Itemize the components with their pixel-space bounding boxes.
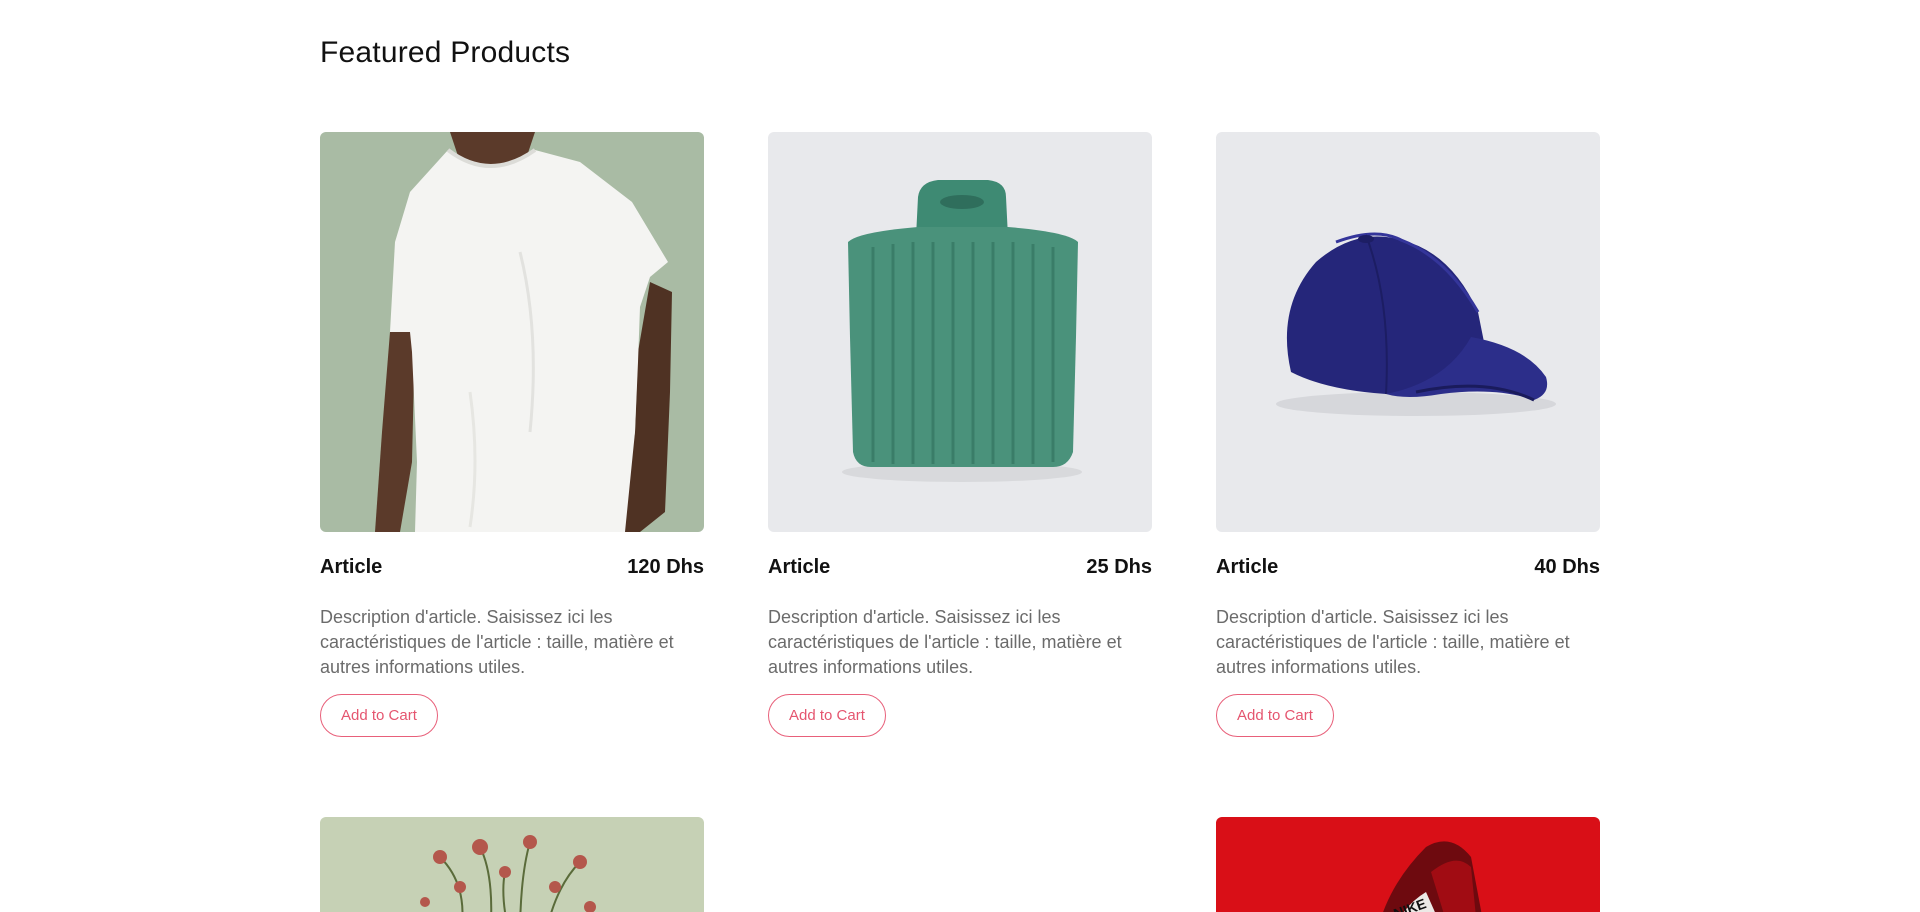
product-image-tshirt[interactable] [320, 132, 704, 532]
product-image-flowers[interactable] [320, 817, 704, 912]
product-card: Article 25 Dhs Description d'article. Sa… [768, 132, 1152, 737]
tshirt-image [320, 132, 704, 532]
product-description: Description d'article. Saisissez ici les… [768, 607, 1122, 677]
product-price: 40 Dhs [1534, 556, 1600, 578]
product-meta: Article 40 Dhs [1216, 556, 1600, 579]
sneaker-image: NIKE [1216, 817, 1600, 912]
product-image-sneaker[interactable]: NIKE [1216, 817, 1600, 912]
product-name: Article [768, 556, 831, 578]
product-name: Article [320, 556, 383, 578]
product-card: Article 40 Dhs Description d'article. Sa… [1216, 132, 1600, 737]
product-price: 25 Dhs [1086, 556, 1152, 578]
add-to-cart-button[interactable]: Add to Cart [320, 694, 438, 737]
sweater-image [768, 132, 1152, 532]
product-card: Article 120 Dhs Description d'article. S… [320, 132, 704, 737]
product-image-sweater[interactable] [768, 132, 1152, 532]
page: Featured Products Article 120 Dhs Descri… [0, 0, 1920, 912]
add-to-cart-button[interactable]: Add to Cart [1216, 694, 1334, 737]
product-name: Article [1216, 556, 1279, 578]
product-image-cap[interactable] [1216, 132, 1600, 532]
product-grid-row-2: NIKE [320, 817, 1600, 912]
add-to-cart-button[interactable]: Add to Cart [768, 694, 886, 737]
product-meta: Article 25 Dhs [768, 556, 1152, 579]
product-price: 120 Dhs [627, 556, 704, 578]
product-meta: Article 120 Dhs [320, 556, 704, 579]
section-title: Featured Products [320, 36, 571, 69]
product-description: Description d'article. Saisissez ici les… [1216, 607, 1570, 677]
flowers-image [320, 817, 704, 912]
cap-image [1216, 132, 1600, 532]
product-description: Description d'article. Saisissez ici les… [320, 607, 674, 677]
